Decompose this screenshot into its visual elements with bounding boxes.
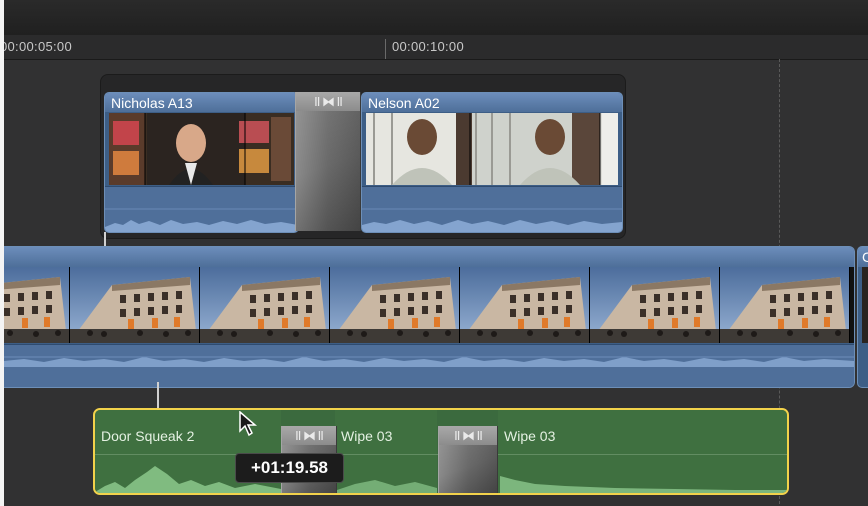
audio-waveform: [4, 344, 854, 387]
filmstrip: [862, 267, 868, 343]
clip-header: Nelson A02: [362, 93, 622, 112]
clip-header: C: [858, 247, 868, 267]
filmstrip: [366, 113, 618, 185]
cross-dissolve-icon: II ⧓ II: [295, 428, 324, 443]
cross-dissolve-icon: II ⧓ II: [314, 94, 343, 109]
filmstrip: [4, 267, 854, 343]
audio-waveform: [105, 186, 298, 232]
filmstrip: [109, 113, 294, 185]
mouse-pointer-icon: [239, 411, 258, 437]
audio-transition[interactable]: II ⧓ II: [438, 426, 498, 493]
building-plaza-thumbnail: [4, 267, 850, 343]
video-clip-nicholas[interactable]: Nicholas A13: [104, 92, 299, 233]
time-ruler[interactable]: 00:00:05:00 00:00:10:00: [4, 35, 868, 60]
video-clip-nelson[interactable]: Nelson A02: [361, 92, 623, 233]
ruler-label: 00:00:10:00: [392, 39, 464, 54]
trim-timecode-tooltip: +01:19.58: [235, 453, 344, 483]
portrait-thumbnail: [366, 113, 618, 185]
portrait-thumbnail: [109, 113, 294, 185]
audio-waveform: [362, 186, 622, 232]
connected-audio-clip[interactable]: Door Squeak 2 Wipe 03 Wipe 03 II ⧓ II II…: [93, 408, 789, 495]
clip-name: Nelson A02: [368, 95, 440, 111]
clip-name: C: [862, 249, 868, 265]
ruler-tick: [385, 39, 386, 59]
clip-name: Nicholas A13: [111, 95, 193, 111]
ruler-label: 00:00:05:00: [4, 39, 72, 54]
cross-dissolve-icon: II ⧓ II: [454, 428, 483, 443]
clip-header: Nicholas A13: [105, 93, 298, 112]
next-video-clip[interactable]: C: [857, 246, 868, 388]
connection-line: [157, 382, 159, 410]
clip-header: [4, 247, 854, 267]
cross-dissolve-transition[interactable]: II ⧓ II: [295, 92, 361, 231]
timeline-toolbar: [4, 0, 868, 36]
primary-video-clip[interactable]: [4, 246, 855, 388]
timeline[interactable]: 00:00:05:00 00:00:10:00 Nicholas A13 Nel…: [4, 0, 868, 506]
